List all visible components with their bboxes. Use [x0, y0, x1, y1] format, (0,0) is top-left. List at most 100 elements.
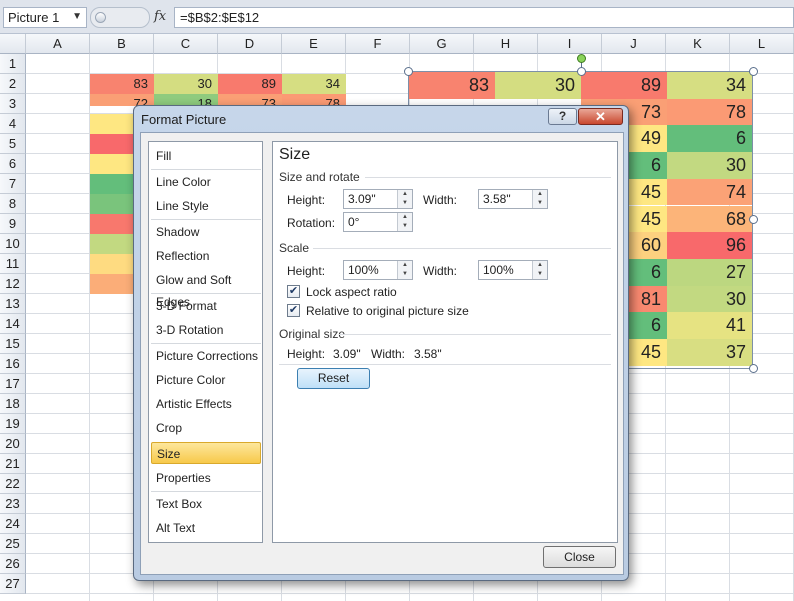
column-header-g[interactable]: G	[410, 34, 474, 54]
row-header[interactable]: 23	[0, 494, 26, 514]
category-reflection[interactable]: Reflection	[151, 245, 261, 267]
spin-down-icon[interactable]: ▼	[398, 270, 412, 279]
row-header[interactable]: 5	[0, 134, 26, 154]
category-line-color[interactable]: Line Color	[151, 171, 261, 193]
spin-down-icon[interactable]: ▼	[398, 199, 412, 208]
column-header-k[interactable]: K	[666, 34, 730, 54]
category-size[interactable]: Size	[151, 442, 261, 464]
row-header[interactable]: 4	[0, 114, 26, 134]
category-3d-format[interactable]: 3-D Format	[151, 295, 261, 317]
column-header-c[interactable]: C	[154, 34, 218, 54]
row-header[interactable]: 6	[0, 154, 26, 174]
row-header[interactable]: 9	[0, 214, 26, 234]
spin-up-icon[interactable]: ▲	[533, 261, 547, 270]
category-properties[interactable]: Properties	[151, 467, 261, 489]
row-header[interactable]: 1	[0, 54, 26, 74]
spin-down-icon[interactable]: ▼	[533, 199, 547, 208]
column-header-l[interactable]: L	[730, 34, 794, 54]
row-header[interactable]: 7	[0, 174, 26, 194]
select-all-corner[interactable]	[0, 34, 26, 54]
resize-handle-top-left[interactable]	[404, 67, 413, 76]
formula-input[interactable]: =$B$2:$E$12	[174, 7, 794, 28]
category-fill[interactable]: Fill	[151, 145, 261, 167]
resize-handle-top[interactable]	[577, 67, 586, 76]
row-header[interactable]: 21	[0, 454, 26, 474]
row-header[interactable]: 18	[0, 394, 26, 414]
spin-down-icon[interactable]: ▼	[533, 270, 547, 279]
category-line-style[interactable]: Line Style	[151, 195, 261, 217]
category-shadow[interactable]: Shadow	[151, 221, 261, 243]
row-header[interactable]: 12	[0, 274, 26, 294]
row-header[interactable]: 8	[0, 194, 26, 214]
row-header[interactable]: 3	[0, 94, 26, 114]
row-header[interactable]: 14	[0, 314, 26, 334]
category-crop[interactable]: Crop	[151, 417, 261, 439]
sheet-cell[interactable]: 89	[218, 74, 282, 94]
formula-bar-resize-handle[interactable]	[90, 7, 150, 28]
column-header-d[interactable]: D	[218, 34, 282, 54]
sheet-cell[interactable]: 30	[154, 74, 218, 94]
rotation-handle[interactable]	[577, 54, 586, 63]
row-header[interactable]: 26	[0, 554, 26, 574]
row-header[interactable]: 11	[0, 254, 26, 274]
help-button[interactable]: ?	[548, 108, 577, 125]
category-3d-rotation[interactable]: 3-D Rotation	[151, 319, 261, 341]
name-box[interactable]: Picture 1 ▼	[3, 7, 87, 28]
lock-aspect-checkbox[interactable]: ✔	[287, 285, 300, 298]
scale-height-spinner[interactable]: 100% ▲ ▼	[343, 260, 413, 280]
category-picture-corrections[interactable]: Picture Corrections	[151, 345, 261, 367]
spin-up-icon[interactable]: ▲	[398, 190, 412, 199]
row-header[interactable]: 24	[0, 514, 26, 534]
sheet-cell[interactable]: 34	[282, 74, 346, 94]
column-header-a[interactable]: A	[26, 34, 90, 54]
row-header[interactable]: 17	[0, 374, 26, 394]
width-spinner[interactable]: 3.58" ▲ ▼	[478, 189, 548, 209]
height-spinner[interactable]: 3.09" ▲ ▼	[343, 189, 413, 209]
insert-function-button[interactable]: fx	[154, 9, 166, 24]
spin-up-icon[interactable]: ▲	[533, 190, 547, 199]
column-header-i[interactable]: I	[538, 34, 602, 54]
column-header-e[interactable]: E	[282, 34, 346, 54]
sheet-cell[interactable]	[90, 114, 134, 134]
row-header[interactable]: 20	[0, 434, 26, 454]
sheet-cell[interactable]	[90, 134, 134, 154]
close-button[interactable]: Close	[543, 546, 616, 568]
row-header[interactable]: 10	[0, 234, 26, 254]
column-header-h[interactable]: H	[474, 34, 538, 54]
sheet-cell[interactable]	[90, 214, 134, 234]
relative-size-label[interactable]: Relative to original picture size	[306, 304, 469, 318]
close-icon[interactable]: ✕	[578, 108, 623, 125]
row-header[interactable]: 22	[0, 474, 26, 494]
column-header-b[interactable]: B	[90, 34, 154, 54]
category-artistic-effects[interactable]: Artistic Effects	[151, 393, 261, 415]
rotation-spinner[interactable]: 0° ▲ ▼	[343, 212, 413, 232]
lock-aspect-label[interactable]: Lock aspect ratio	[306, 285, 397, 299]
row-header[interactable]: 15	[0, 334, 26, 354]
spin-up-icon[interactable]: ▲	[398, 213, 412, 222]
row-header[interactable]: 19	[0, 414, 26, 434]
category-text-box[interactable]: Text Box	[151, 493, 261, 515]
row-header[interactable]: 2	[0, 74, 26, 94]
sheet-cell[interactable]	[90, 194, 134, 214]
spin-down-icon[interactable]: ▼	[398, 222, 412, 231]
category-picture-color[interactable]: Picture Color	[151, 369, 261, 391]
chevron-down-icon[interactable]: ▼	[72, 11, 82, 22]
sheet-cell[interactable]	[90, 174, 134, 194]
resize-handle-right[interactable]	[749, 215, 758, 224]
sheet-cell[interactable]	[90, 274, 134, 294]
spin-up-icon[interactable]: ▲	[398, 261, 412, 270]
sheet-cell[interactable]	[90, 254, 134, 274]
row-header[interactable]: 16	[0, 354, 26, 374]
resize-handle-top-right[interactable]	[749, 67, 758, 76]
reset-button[interactable]: Reset	[297, 368, 370, 389]
sheet-cell[interactable]	[90, 234, 134, 254]
scale-width-spinner[interactable]: 100% ▲ ▼	[478, 260, 548, 280]
row-header[interactable]: 25	[0, 534, 26, 554]
category-alt-text[interactable]: Alt Text	[151, 517, 261, 539]
resize-handle-bottom-right[interactable]	[749, 364, 758, 373]
sheet-cell[interactable]: 83	[90, 74, 154, 94]
column-header-f[interactable]: F	[346, 34, 410, 54]
category-glow[interactable]: Glow and Soft Edges	[151, 269, 261, 309]
relative-size-checkbox[interactable]: ✔	[287, 304, 300, 317]
sheet-cell[interactable]	[90, 154, 134, 174]
